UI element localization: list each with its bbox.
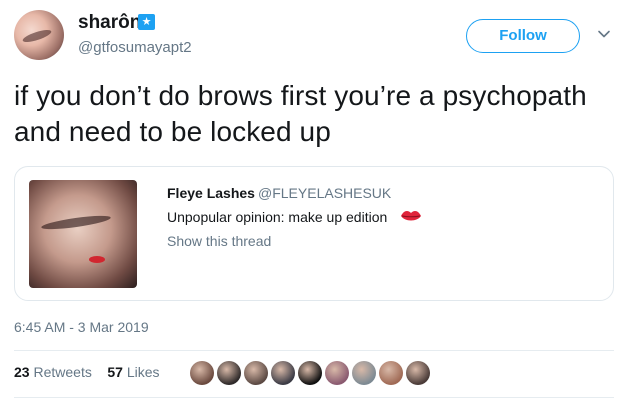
chevron-down-icon[interactable]: [597, 27, 611, 41]
liker-avatar[interactable]: [406, 361, 430, 385]
likes-count[interactable]: 57: [107, 364, 123, 380]
verified-badge-icon: ★: [138, 14, 155, 30]
retweets-count[interactable]: 23: [14, 364, 30, 380]
divider: [14, 397, 614, 398]
author-handle[interactable]: @gtfosumayapt2: [78, 39, 192, 56]
tweet-stats: 23 Retweets 57 Likes: [14, 364, 160, 380]
author-avatar[interactable]: [14, 10, 64, 60]
liker-avatar[interactable]: [190, 361, 214, 385]
author-display-name[interactable]: sharôn: [78, 12, 141, 34]
quoted-tweet-card[interactable]: Fleye Lashes @FLEYELASHESUK Unpopular op…: [14, 166, 614, 301]
quoted-tweet-text: Unpopular opinion: make up edition: [167, 209, 388, 225]
liker-avatar[interactable]: [298, 361, 322, 385]
likes-label[interactable]: Likes: [127, 364, 160, 380]
liker-avatar[interactable]: [271, 361, 295, 385]
liker-avatar[interactable]: [379, 361, 403, 385]
retweets-label[interactable]: Retweets: [33, 364, 91, 380]
follow-button[interactable]: Follow: [466, 19, 580, 53]
quoted-tweet-image[interactable]: [29, 180, 137, 288]
liker-avatar[interactable]: [244, 361, 268, 385]
tweet-timestamp[interactable]: 6:45 AM - 3 Mar 2019: [14, 319, 149, 335]
divider: [14, 350, 614, 351]
liker-avatar[interactable]: [217, 361, 241, 385]
show-thread-link[interactable]: Show this thread: [167, 233, 271, 249]
lips-icon: [401, 211, 421, 221]
liker-avatar[interactable]: [325, 361, 349, 385]
liker-avatar[interactable]: [352, 361, 376, 385]
quoted-tweet-name: Fleye Lashes: [167, 185, 255, 201]
tweet-text: if you don’t do brows first you’re a psy…: [14, 80, 587, 147]
likers-avatars: [190, 361, 430, 385]
quoted-tweet-handle: @FLEYELASHESUK: [258, 185, 392, 201]
